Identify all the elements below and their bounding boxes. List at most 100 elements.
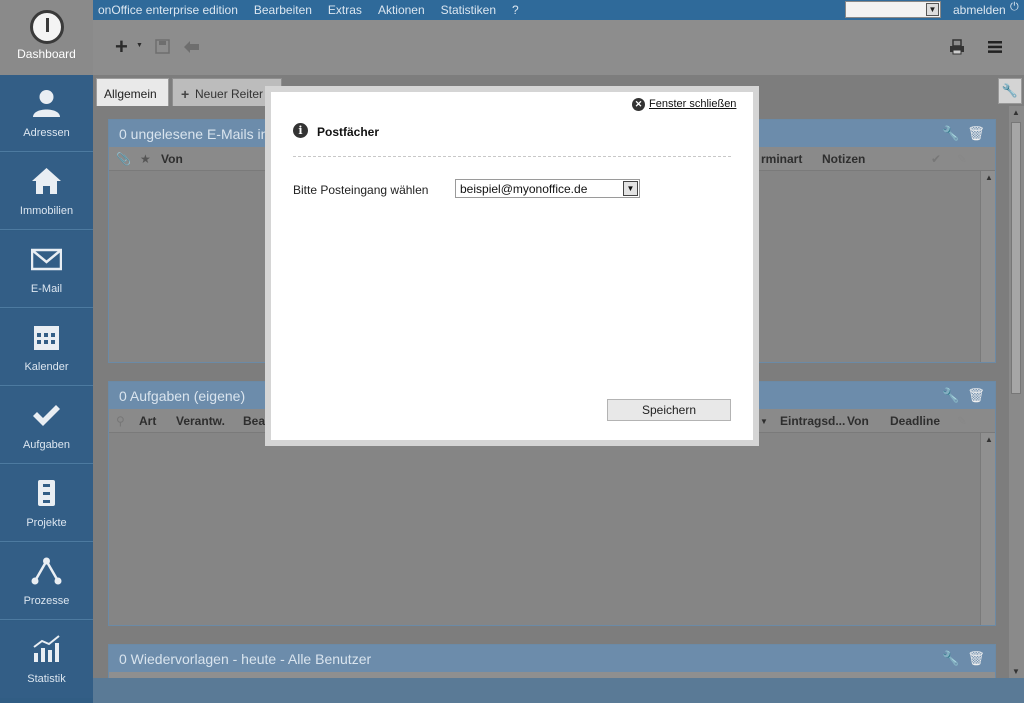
checkmark-icon	[33, 405, 60, 426]
chevron-up-icon[interactable]: ▲	[1012, 108, 1020, 117]
menu-icon[interactable]	[988, 41, 1002, 53]
widget-title: 0 Aufgaben (eigene)	[119, 388, 246, 404]
inbox-select-value: beispiel@myonoffice.de	[460, 182, 588, 196]
sidebar-item-label: Adressen	[23, 127, 70, 139]
chevron-down-icon[interactable]: ▼	[1012, 667, 1020, 676]
main-sidebar: Dashboard Adressen Immobilien E-Mail Kal…	[0, 0, 93, 703]
paperclip-icon: 📎	[116, 152, 131, 166]
inbox-label: Bitte Posteingang wählen	[293, 183, 429, 197]
scrollbar[interactable]: ▲	[980, 433, 995, 625]
cabinet-icon	[38, 480, 55, 506]
divider	[293, 156, 731, 157]
envelope-icon	[31, 248, 62, 271]
wrench-icon[interactable]: 🔧	[942, 387, 959, 403]
widget-header: 0 Wiedervorlagen - heute - Alle Benutzer…	[109, 645, 995, 672]
chevron-down-icon[interactable]: ▼	[760, 417, 768, 426]
pencil-icon: ✎	[957, 414, 968, 428]
table-body: ▲	[109, 433, 995, 625]
chevron-down-icon[interactable]: ▼	[926, 3, 939, 16]
pencil-icon: ✎	[957, 152, 968, 166]
chevron-down-icon[interactable]: ▼	[623, 181, 638, 196]
person-icon	[33, 90, 60, 117]
top-menu-bar: onOffice enterprise edition Bearbeiten Ext…	[93, 0, 1024, 20]
sidebar-item-statistik[interactable]: Statistik	[0, 621, 93, 698]
page-scrollbar[interactable]: ▲ ▼	[1009, 106, 1024, 678]
sidebar-item-label: Prozesse	[23, 595, 70, 607]
info-icon: i	[293, 123, 308, 138]
chevron-up-icon[interactable]: ▲	[985, 435, 993, 444]
star-icon: ★	[140, 152, 151, 166]
sidebar-item-label: Immobilien	[19, 205, 74, 217]
wrench-icon[interactable]: 🔧	[942, 650, 959, 666]
dialog-title: Postfächer	[317, 125, 380, 139]
toolbar: + ▼	[93, 20, 1024, 75]
logout-link[interactable]: abmelden	[953, 3, 1006, 17]
top-select[interactable]: ▼	[845, 1, 941, 18]
column-header-responsible[interactable]: Verantw.	[176, 414, 225, 428]
tab-new-label: Neuer Reiter	[195, 87, 264, 101]
menu-extras[interactable]: Extras	[328, 3, 362, 17]
save-button[interactable]: Speichern	[607, 399, 731, 421]
save-icon[interactable]	[155, 39, 170, 54]
back-arrow-icon[interactable]	[183, 40, 200, 54]
column-header-entry-date[interactable]: Eintragsd...	[780, 414, 845, 428]
column-header-from[interactable]: Von	[847, 414, 869, 428]
sidebar-item-label: Kalender	[24, 361, 69, 373]
sidebar-item-prozesse[interactable]: Prozesse	[0, 543, 93, 620]
house-icon	[32, 168, 61, 194]
trash-icon[interactable]: 🗑	[967, 125, 985, 141]
tab-allgemein[interactable]: Allgemein	[96, 78, 169, 106]
check-circle-icon: ✔	[931, 152, 942, 166]
trash-icon[interactable]: 🗑	[967, 650, 985, 666]
sidebar-item-email[interactable]: E-Mail	[0, 231, 93, 308]
column-header-type[interactable]: rminart	[761, 152, 802, 166]
close-icon[interactable]: ✕	[632, 98, 645, 111]
sidebar-item-label: E-Mail	[30, 283, 63, 295]
column-header-from[interactable]: Von	[161, 152, 183, 166]
sidebar-item-label: Dashboard	[17, 47, 76, 61]
calendar-icon	[34, 326, 59, 350]
chevron-down-icon[interactable]: ▼	[136, 42, 143, 49]
sidebar-item-label: Statistik	[27, 673, 66, 685]
power-icon[interactable]: ⏻	[1010, 1, 1019, 14]
widget-actions: 🔧 🗑	[942, 125, 985, 142]
wrench-icon[interactable]: 🔧	[998, 78, 1022, 104]
menu-aktionen[interactable]: Aktionen	[378, 3, 425, 17]
menu-brand[interactable]: onOffice enterprise edition	[98, 3, 238, 17]
menu-statistiken[interactable]: Statistiken	[441, 3, 496, 17]
widget-title: 0 Wiedervorlagen - heute - Alle Benutzer	[119, 651, 372, 667]
column-header-art[interactable]: Art	[139, 414, 156, 428]
footer-strip	[93, 678, 1024, 703]
print-icon[interactable]	[949, 39, 965, 55]
scrollbar-thumb[interactable]	[1011, 122, 1021, 394]
mailbox-dialog: ✕ Fenster schließen i Postfächer Bitte P…	[265, 86, 759, 446]
widget-actions: 🔧 🗑	[942, 387, 985, 404]
search-icon: ⚲	[116, 414, 125, 428]
sidebar-item-projekte[interactable]: Projekte	[0, 465, 93, 542]
sidebar-item-label: Aufgaben	[22, 439, 71, 451]
sidebar-item-kalender[interactable]: Kalender	[0, 309, 93, 386]
close-window-link[interactable]: Fenster schließen	[649, 98, 736, 110]
add-icon[interactable]: +	[115, 34, 128, 60]
widget-actions: 🔧 🗑	[942, 650, 985, 667]
trash-icon[interactable]: 🗑	[967, 387, 985, 403]
sidebar-item-aufgaben[interactable]: Aufgaben	[0, 387, 93, 464]
sidebar-item-immobilien[interactable]: Immobilien	[0, 153, 93, 230]
widget-title: 0 ungelesene E-Mails in	[119, 126, 269, 142]
chevron-up-icon[interactable]: ▲	[985, 173, 993, 182]
column-header-bea[interactable]: Bea	[243, 414, 265, 428]
column-header-notes[interactable]: Notizen	[822, 152, 865, 166]
column-header-deadline[interactable]: Deadline	[890, 414, 940, 428]
inbox-select[interactable]: beispiel@myonoffice.de ▼	[455, 179, 640, 198]
process-icon	[31, 557, 62, 585]
sidebar-item-adressen[interactable]: Adressen	[0, 75, 93, 152]
wrench-icon[interactable]: 🔧	[942, 125, 959, 141]
scrollbar[interactable]: ▲	[980, 171, 995, 362]
sidebar-item-label: Projekte	[26, 517, 67, 529]
chart-icon	[33, 635, 60, 662]
top-menu: onOffice enterprise edition Bearbeiten Ext…	[98, 3, 535, 17]
menu-help[interactable]: ?	[512, 3, 519, 17]
plus-icon: +	[181, 86, 190, 102]
sidebar-item-dashboard[interactable]: Dashboard	[0, 0, 93, 75]
menu-bearbeiten[interactable]: Bearbeiten	[254, 3, 312, 17]
